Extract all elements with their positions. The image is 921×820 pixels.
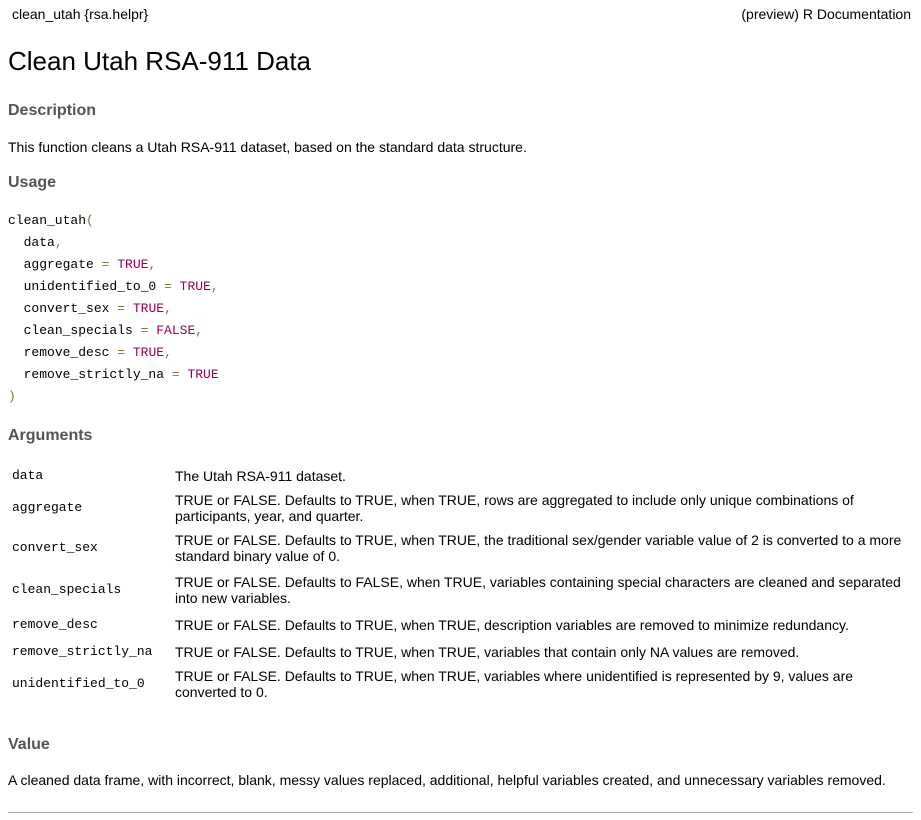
usage-heading: Usage — [8, 174, 57, 191]
argument-row: remove_desc TRUE or FALSE. Defaults to TR… — [8, 611, 908, 639]
description-heading: Description — [8, 102, 97, 119]
description-text: This function cleans a Utah RSA-911 data… — [8, 139, 527, 155]
equals: = — [109, 345, 133, 360]
param-default: TRUE — [117, 257, 149, 272]
function-name: clean_utah — [8, 213, 87, 228]
equals: = — [132, 323, 157, 338]
argument-name: data — [12, 468, 44, 483]
param-name: remove_desc — [23, 345, 110, 360]
param-name: data — [23, 235, 55, 250]
comma: , — [210, 279, 219, 294]
comma: , — [164, 301, 172, 316]
value-text: A cleaned data frame, with incorrect, bl… — [8, 772, 886, 788]
page-title: Clean Utah RSA-911 Data — [8, 46, 312, 76]
arguments-heading: Arguments — [8, 427, 93, 444]
param-default: TRUE — [132, 345, 165, 360]
argument-row: unidentified_to_0 TRUE or FALSE. Defaults… — [8, 665, 908, 703]
argument-description: TRUE or FALSE. Defaults to TRUE, when TR… — [175, 668, 854, 700]
argument-description: TRUE or FALSE. Defaults to TRUE, when TR… — [175, 644, 800, 660]
comma: , — [148, 257, 157, 272]
argument-description: The Utah RSA-911 dataset. — [175, 468, 346, 484]
argument-description: TRUE or FALSE. Defaults to FALSE, when T… — [175, 574, 901, 606]
param-default: TRUE — [187, 367, 219, 382]
value-heading: Value — [8, 736, 50, 753]
param-name: convert_sex — [23, 301, 110, 316]
param-default: TRUE — [132, 301, 165, 316]
argument-name: remove_strictly_na — [12, 644, 153, 659]
doc-header: clean_utah {rsa.helpr} (preview) R Docum… — [12, 6, 911, 22]
argument-description: TRUE or FALSE. Defaults to TRUE, when TR… — [175, 532, 902, 564]
arguments-table: data The Utah RSA-911 dataset. aggregate TR… — [8, 463, 908, 703]
param-name: aggregate — [23, 257, 94, 272]
topic-package: clean_utah {rsa.helpr} — [12, 6, 149, 22]
argument-row: data The Utah RSA-911 dataset. — [8, 463, 908, 489]
paren: ) — [8, 389, 16, 404]
equals: = — [93, 257, 118, 272]
usage-code: clean_utah( data, aggregate = TRUE, unid… — [8, 210, 219, 408]
equals: = — [156, 279, 180, 294]
equals: = — [164, 367, 188, 382]
argument-row: aggregate TRUE or FALSE. Defaults to TRUE… — [8, 489, 908, 527]
argument-description: TRUE or FALSE. Defaults to TRUE, when TR… — [175, 617, 849, 633]
argument-description: TRUE or FALSE. Defaults to TRUE, when TR… — [175, 492, 854, 524]
param-name: clean_specials — [23, 323, 133, 338]
argument-name: clean_specials — [12, 582, 122, 597]
param-default: FALSE — [156, 323, 196, 338]
divider — [8, 812, 913, 813]
argument-name: convert_sex — [12, 540, 98, 555]
param-name: remove_strictly_na — [23, 367, 165, 382]
argument-row: convert_sex TRUE or FALSE. Defaults to TR… — [8, 527, 908, 569]
argument-row: remove_strictly_na TRUE or FALSE. Default… — [8, 639, 908, 665]
doc-source: (preview) R Documentation — [741, 6, 911, 22]
param-default: TRUE — [179, 279, 211, 294]
argument-name: unidentified_to_0 — [12, 676, 145, 691]
equals: = — [109, 301, 133, 316]
argument-name: remove_desc — [12, 617, 98, 632]
comma: , — [195, 323, 204, 338]
param-name: unidentified_to_0 — [23, 279, 157, 294]
comma: , — [54, 235, 63, 250]
paren: ( — [86, 213, 94, 228]
argument-row: clean_specials TRUE or FALSE. Defaults to… — [8, 569, 908, 611]
comma: , — [164, 345, 172, 360]
argument-name: aggregate — [12, 500, 83, 515]
